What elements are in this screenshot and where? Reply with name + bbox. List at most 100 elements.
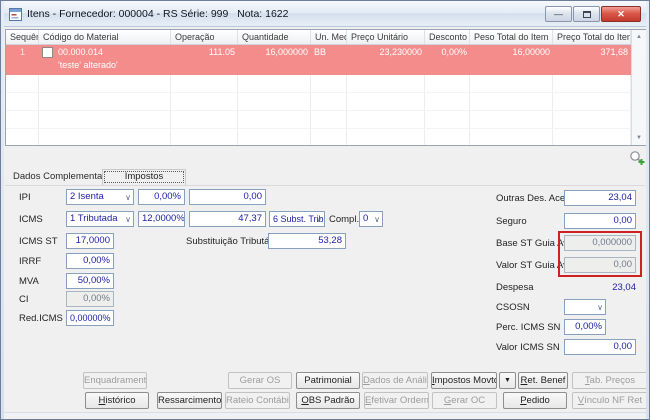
- efetivar-ordem-button: Efetivar Ordem: [364, 392, 429, 409]
- icms-st-label: ICMS ST: [19, 236, 58, 247]
- mva-label: MVA: [19, 276, 39, 287]
- chevron-down-icon: ∨: [374, 215, 380, 224]
- row-description: 'teste' alterado': [58, 60, 118, 70]
- ipi-label: IPI: [19, 192, 31, 203]
- row-unit-price: 23,230000: [379, 47, 422, 57]
- irrf-label: IRRF: [19, 256, 42, 267]
- ci-field: 0,00%: [66, 291, 114, 307]
- seguro-field[interactable]: 0,00: [564, 213, 636, 229]
- column-header-preco-total[interactable]: Preço Total do Item: [553, 30, 631, 44]
- chevron-down-icon: ∨: [597, 303, 603, 312]
- valor-icms-sn-field[interactable]: 0,00: [564, 339, 636, 355]
- historico-button[interactable]: Histórico: [85, 392, 149, 409]
- column-header-operacao[interactable]: Operação: [171, 30, 238, 44]
- despesa-label: Despesa: [496, 282, 534, 293]
- row-unit: BB: [314, 47, 327, 57]
- obs-padrao-button[interactable]: OBS Padrão: [296, 392, 360, 409]
- icms-st-field[interactable]: 17,0000: [66, 233, 114, 249]
- mva-field[interactable]: 50,00%: [66, 273, 114, 289]
- grid-header-row: Sequência Código do Material Operação Qu…: [6, 30, 631, 45]
- patrimonial-button[interactable]: Patrimonial: [296, 372, 360, 389]
- row-code: 00.000.014: [58, 47, 104, 57]
- despesa-value: 23,04: [612, 282, 636, 293]
- vinculo-nf-ret-button: Vínculo NF Ret: [572, 392, 648, 409]
- csosn-select[interactable]: ∨: [564, 299, 606, 315]
- minimize-button[interactable]: —: [545, 6, 572, 22]
- substituicao-tributaria-field[interactable]: 53,28: [268, 233, 346, 249]
- column-header-quantidade[interactable]: Quantidade: [238, 30, 311, 44]
- column-header-un-med[interactable]: Un. Med.: [311, 30, 347, 44]
- impostos-movto-dropdown-button[interactable]: ▼: [499, 372, 516, 389]
- impostos-movto-button[interactable]: Impostos Movto: [431, 372, 497, 389]
- red-icms-label: Red.ICMS: [19, 313, 63, 324]
- row-quantity: 16,000000: [265, 47, 308, 57]
- grid-empty-row: [6, 129, 631, 145]
- window-frame-right: [646, 1, 649, 419]
- gerar-os-button: Gerar OS: [228, 372, 292, 389]
- maximize-icon: [582, 10, 591, 18]
- grid-empty-row: [6, 111, 631, 129]
- panel-divider: [5, 185, 645, 186]
- items-grid: Sequência Código do Material Operação Qu…: [5, 29, 647, 146]
- outras-des-aces-label: Outras Des. Aces.: [496, 193, 573, 204]
- column-header-sequencia[interactable]: Sequência: [6, 30, 39, 44]
- icms-subst-select[interactable]: 6 Subst. Trib ∨: [269, 211, 325, 227]
- window-bottom-edge: [4, 412, 646, 416]
- dropdown-arrow-icon: ▼: [504, 377, 511, 384]
- close-button[interactable]: ✕: [601, 6, 641, 22]
- row-operation: 111.05: [208, 47, 235, 57]
- chevron-down-icon: ∨: [316, 215, 322, 224]
- grid-vertical-scrollbar[interactable]: ▲ ▼: [631, 30, 646, 145]
- window-title: Itens - Fornecedor: 000004 - RS Série: 9…: [27, 8, 289, 20]
- scroll-down-icon[interactable]: ▼: [632, 131, 646, 145]
- ipi-select-value: 2 Isenta: [70, 191, 104, 202]
- row-code-description: 00.000.014 'teste' alterado': [58, 46, 118, 74]
- pedido-button[interactable]: Pedido: [503, 392, 567, 409]
- chevron-down-icon: ∨: [125, 193, 131, 202]
- close-icon: ✕: [617, 8, 625, 19]
- red-icms-field[interactable]: 0,00000%: [66, 310, 114, 326]
- substituicao-tributaria-label: Substituição Tributária: [186, 236, 280, 247]
- items-grid-body: Sequência Código do Material Operação Qu…: [6, 30, 631, 145]
- column-header-codigo[interactable]: Código do Material: [39, 30, 171, 44]
- window-frame-left: [1, 1, 4, 419]
- icms-value-field[interactable]: 47,37: [189, 211, 266, 227]
- ret-benef-button[interactable]: Ret. Benef: [518, 372, 568, 389]
- column-header-preco-unitario[interactable]: Preço Unitário: [347, 30, 425, 44]
- grid-empty-row: [6, 75, 631, 93]
- scroll-up-icon[interactable]: ▲: [632, 30, 646, 44]
- gerar-oc-button: Gerar OC: [432, 392, 497, 409]
- compl-select[interactable]: 0 ∨: [359, 211, 383, 227]
- tab-dados-complementares[interactable]: Dados Complementares: [13, 171, 115, 182]
- rateio-contabil-button: Rateio Contábil: [225, 392, 290, 409]
- ipi-select[interactable]: 2 Isenta ∨: [66, 189, 134, 205]
- minimize-icon: —: [554, 9, 563, 19]
- row-checkbox[interactable]: [42, 47, 53, 58]
- outras-des-aces-field[interactable]: 23,04: [564, 190, 636, 206]
- title-bar[interactable]: Itens - Fornecedor: 000004 - RS Série: 9…: [1, 1, 649, 27]
- maximize-button[interactable]: [573, 6, 600, 22]
- tab-impostos[interactable]: Impostos: [102, 169, 186, 185]
- items-window: Itens - Fornecedor: 000004 - RS Série: 9…: [0, 0, 650, 420]
- compl-value: 0: [363, 213, 369, 224]
- perc-icms-sn-label: Perc. ICMS SN: [496, 322, 561, 333]
- icms-select[interactable]: 1 Tributada ∨: [66, 211, 134, 227]
- column-header-desconto[interactable]: Desconto: [425, 30, 470, 44]
- row-weight-total: 16,00000: [512, 47, 550, 57]
- window-controls: — ✕: [545, 6, 641, 22]
- perc-icms-sn-field[interactable]: 0,00%: [564, 319, 606, 335]
- icms-percent-field[interactable]: 12,0000%: [138, 211, 185, 227]
- ipi-value-field[interactable]: 0,00: [189, 189, 266, 205]
- dados-de-analise-button: Dados de Análise: [362, 372, 428, 389]
- table-row[interactable]: 1 00.000.014 'teste' alterado' 111.05 16…: [6, 45, 631, 75]
- chevron-down-icon: ∨: [125, 215, 131, 224]
- row-material: 00.000.014 'teste' alterado': [39, 45, 171, 75]
- zoom-magnifier-icon[interactable]: [629, 150, 645, 166]
- ressarcimento-button[interactable]: Ressarcimento: [157, 392, 222, 409]
- valor-icms-sn-label: Valor ICMS SN: [496, 342, 560, 353]
- grid-empty-row: [6, 93, 631, 111]
- ipi-percent-field[interactable]: 0,00%: [138, 189, 185, 205]
- irrf-field[interactable]: 0,00%: [66, 253, 114, 269]
- column-header-peso-total[interactable]: Peso Total do Item: [470, 30, 553, 44]
- valor-st-guia-avulsa-field: 0,00: [564, 257, 636, 273]
